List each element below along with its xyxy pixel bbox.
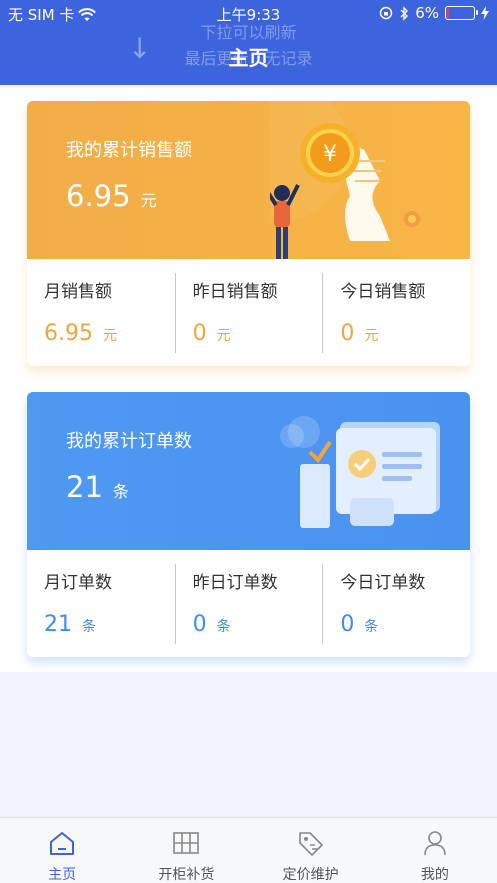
tab-label: 主页 [48, 867, 77, 883]
tab-label: 定价维护 [282, 867, 339, 883]
money-illustration-icon: ¥ [270, 101, 420, 259]
orders-month-stat: 月订单数 21 条 [44, 573, 112, 637]
orders-total-label: 我的累计订单数 [66, 431, 192, 452]
tab-label: 开柜补货 [158, 867, 215, 883]
orders-total-value: 21 条 [66, 470, 129, 504]
sales-total-value: 6.95 元 [66, 179, 157, 213]
sales-total-label: 我的累计销售额 [66, 140, 192, 161]
price-tag-icon [298, 832, 323, 856]
tab-mine[interactable]: 我的 [373, 818, 497, 883]
sales-card: 我的累计销售额 6.95 元 ¥ 月销售额 6.95 元 昨日销售额 0 元 今… [27, 101, 470, 366]
orientation-lock-icon [379, 6, 393, 20]
bluetooth-icon [400, 5, 409, 21]
cabinet-icon [173, 832, 200, 854]
orders-today-stat: 今日订单数 0条 [322, 564, 470, 644]
orders-card: 我的累计订单数 21 条 月订单数 21 条 昨日订单数 0 条 今日订单数 0… [27, 392, 470, 657]
orders-yesterday-stat: 昨日订单数 0条 [174, 564, 323, 644]
sales-yesterday-stat: 昨日销售额 0元 [174, 273, 323, 353]
sales-today-stat: 今日销售额 0元 [322, 273, 470, 353]
sales-banner: 我的累计销售额 6.95 元 ¥ [27, 101, 470, 259]
tab-bar: 主页 开柜补货 定价维护 我的 [0, 817, 497, 883]
tab-pricing[interactable]: 定价维护 [249, 818, 373, 883]
main-content[interactable]: 我的累计销售额 6.95 元 ¥ 月销售额 6.95 元 昨日销售额 0 元 今… [0, 85, 497, 672]
tab-label: 我的 [420, 867, 449, 883]
tab-restock[interactable]: 开柜补货 [124, 818, 248, 883]
app-header: 无 SIM 卡 上午9:33 6% ↓ 下拉可以刷新 最后更新：无记录 主页 [0, 0, 497, 85]
orders-stats: 月订单数 21 条 昨日订单数 0条 今日订单数 0条 [27, 550, 470, 657]
charging-icon [481, 6, 489, 20]
page-title: 主页 [228, 46, 269, 70]
tab-home[interactable]: 主页 [0, 818, 124, 883]
svg-text:¥: ¥ [323, 142, 337, 167]
home-icon [50, 832, 75, 855]
orders-illustration-icon [280, 416, 440, 528]
battery-icon [445, 6, 478, 20]
user-icon [424, 831, 446, 856]
sales-month-stat: 月销售额 6.95 元 [44, 282, 117, 346]
orders-banner: 我的累计订单数 21 条 [27, 392, 470, 550]
sales-stats: 月销售额 6.95 元 昨日销售额 0元 今日销售额 0元 [27, 259, 470, 366]
